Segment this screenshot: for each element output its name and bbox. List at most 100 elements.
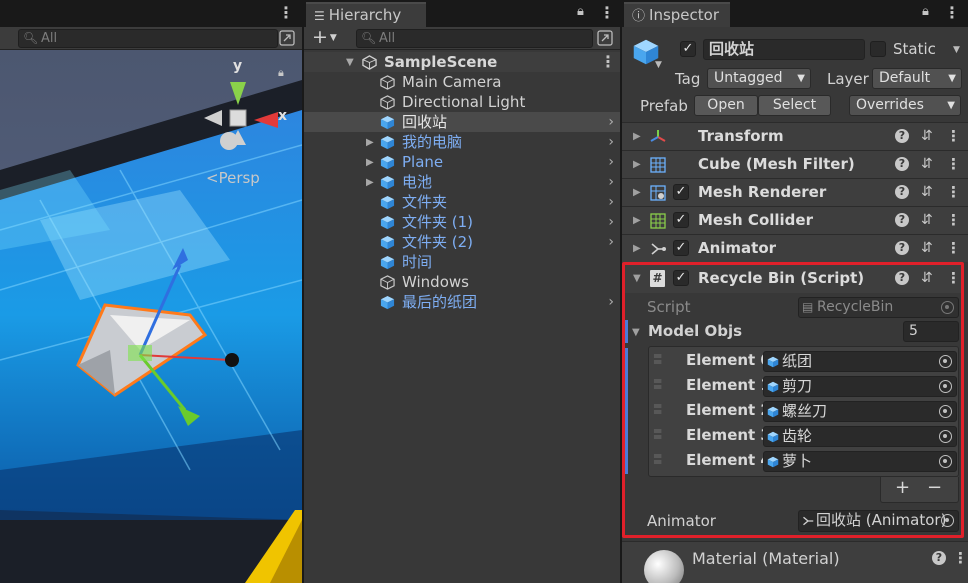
static-dropdown-icon[interactable]: ▼ [953,45,960,55]
material-section[interactable]: Material (Material) ? ⋮ [622,541,968,583]
preset-icon[interactable]: ⇵ [921,184,933,200]
hierarchy-item[interactable]: ▶ Plane › [304,152,620,172]
animator-object-field[interactable]: 回收站 (Animator) [798,510,959,532]
help-icon[interactable]: ? [895,185,909,199]
drag-handle-icon[interactable]: ═ ═ [654,425,661,443]
component-menu-icon[interactable]: ⋮ [946,211,961,229]
help-icon[interactable]: ? [895,213,909,227]
gizmo-lock-icon[interactable]: 🔒︎ [278,66,284,80]
object-picker-icon[interactable] [939,430,952,443]
drag-handle-icon[interactable]: ═ ═ [654,450,661,468]
help-icon[interactable]: ? [932,551,946,565]
list-item[interactable]: ═ ═ Element 3 齿轮 [650,424,958,448]
scene-root-row[interactable]: ▼ SampleScene ⋮ [304,52,620,72]
list-item[interactable]: ═ ═ Element 1 剪刀 [650,374,958,398]
hierarchy-item[interactable]: 文件夹 › [304,192,620,212]
hierarchy-item[interactable]: ▶ 我的电脑 › [304,132,620,152]
prefab-select-button[interactable]: Select [758,95,831,116]
scene-viewport[interactable]: y x 🔒︎ <Persp [0,50,302,583]
element-object-field[interactable]: 纸团 [763,351,957,372]
expand-arrow-icon[interactable]: ▶ [366,173,374,193]
component-mesh-collider[interactable]: ▶ ✓ Mesh Collider ? ⇵ ⋮ [622,206,968,234]
icon-dropdown-icon[interactable]: ▼ [655,60,662,70]
collapse-arrow-icon[interactable]: ▼ [633,273,641,284]
object-picker-icon[interactable] [941,514,954,527]
hierarchy-item[interactable]: 文件夹 (1) › [304,212,620,232]
chevron-right-icon[interactable]: › [608,212,614,232]
object-picker-icon[interactable] [939,455,952,468]
projection-toggle[interactable]: <Persp [206,169,260,187]
chevron-right-icon[interactable]: › [608,232,614,252]
help-icon[interactable]: ? [895,271,909,285]
chevron-right-icon[interactable]: › [608,192,614,212]
material-menu-icon[interactable]: ⋮ [953,549,968,567]
remove-element-button[interactable]: − [927,477,942,498]
chevron-right-icon[interactable]: › [608,112,614,132]
element-object-field[interactable]: 萝卜 [763,451,957,472]
hierarchy-search-input[interactable]: 🔍︎ All [356,29,593,48]
scene-row-menu-icon[interactable]: ⋮ [600,52,616,72]
expand-arrow-icon[interactable]: ▶ [633,243,641,254]
chevron-right-icon[interactable]: › [608,292,614,312]
list-item[interactable]: ═ ═ Element 0 纸团 [650,349,958,373]
tag-dropdown[interactable]: Untagged ▼ [707,68,811,89]
chevron-right-icon[interactable]: › [608,172,614,192]
hierarchy-item[interactable]: Directional Light [304,92,620,112]
hierarchy-item[interactable]: 最后的纸团 › [304,292,620,312]
hierarchy-item[interactable]: 时间 [304,252,620,272]
maximize-icon[interactable] [279,30,295,46]
object-name-field[interactable]: 回收站 [703,39,865,60]
collapse-arrow-icon[interactable]: ▼ [632,327,640,338]
help-icon[interactable]: ? [895,241,909,255]
add-object-button[interactable]: + ▼ [312,26,337,48]
component-enabled-checkbox[interactable]: ✓ [673,240,689,256]
overrides-dropdown[interactable]: Overrides ▼ [849,95,961,116]
drag-handle-icon[interactable]: ═ ═ [654,400,661,418]
element-object-field[interactable]: 齿轮 [763,426,957,447]
element-object-field[interactable]: 剪刀 [763,376,957,397]
hierarchy-item[interactable]: Windows [304,272,620,292]
expand-arrow-icon[interactable]: ▶ [366,133,374,153]
preset-icon[interactable]: ⇵ [921,270,933,286]
hierarchy-item-selected[interactable]: 回收站 › [304,112,620,132]
tab-inspector[interactable]: ⓘ Inspector [624,2,730,27]
element-object-field[interactable]: 螺丝刀 [763,401,957,422]
component-mesh-filter[interactable]: ▶ Cube (Mesh Filter) ? ⇵ ⋮ [622,150,968,178]
chevron-right-icon[interactable]: › [608,132,614,152]
static-checkbox[interactable] [870,41,886,57]
expand-arrow-icon[interactable]: ▶ [633,159,641,170]
scene-search-input[interactable]: 🔍︎ All [18,29,278,48]
list-item[interactable]: ═ ═ Element 4 萝卜 [650,449,958,473]
preset-icon[interactable]: ⇵ [921,156,933,172]
chevron-right-icon[interactable]: › [608,152,614,172]
component-menu-icon[interactable]: ⋮ [946,127,961,145]
component-enabled-checkbox[interactable]: ✓ [673,184,689,200]
model-objs-count-field[interactable]: 5 [903,321,959,342]
hierarchy-lock-icon[interactable]: 🔒︎ [577,4,584,19]
component-enabled-checkbox[interactable]: ✓ [673,212,689,228]
inspector-lock-icon[interactable]: 🔒︎ [922,4,929,19]
inspector-menu-icon[interactable]: ⋮ [944,3,960,22]
scene-menu-icon[interactable]: ⋮ [278,3,294,22]
object-picker-icon[interactable] [939,380,952,393]
hierarchy-item[interactable]: Main Camera [304,72,620,92]
preset-icon[interactable]: ⇵ [921,240,933,256]
component-menu-icon[interactable]: ⋮ [946,239,961,257]
component-menu-icon[interactable]: ⋮ [946,155,961,173]
hierarchy-menu-icon[interactable]: ⋮ [599,3,615,22]
help-icon[interactable]: ? [895,129,909,143]
expand-arrow-icon[interactable]: ▶ [366,153,374,173]
component-enabled-checkbox[interactable]: ✓ [673,270,689,286]
add-element-button[interactable]: + [895,477,910,498]
drag-handle-icon[interactable]: ═ ═ [654,375,661,393]
active-checkbox[interactable]: ✓ [680,41,696,57]
component-mesh-renderer[interactable]: ▶ ✓ Mesh Renderer ? ⇵ ⋮ [622,178,968,206]
tab-hierarchy[interactable]: ☰ Hierarchy [306,2,426,27]
drag-handle-icon[interactable]: ═ ═ [654,350,661,368]
layer-dropdown[interactable]: Default ▼ [872,68,962,89]
hierarchy-item[interactable]: 文件夹 (2) › [304,232,620,252]
hierarchy-item[interactable]: ▶ 电池 › [304,172,620,192]
preset-icon[interactable]: ⇵ [921,212,933,228]
expand-arrow-icon[interactable]: ▶ [633,187,641,198]
component-menu-icon[interactable]: ⋮ [946,183,961,201]
